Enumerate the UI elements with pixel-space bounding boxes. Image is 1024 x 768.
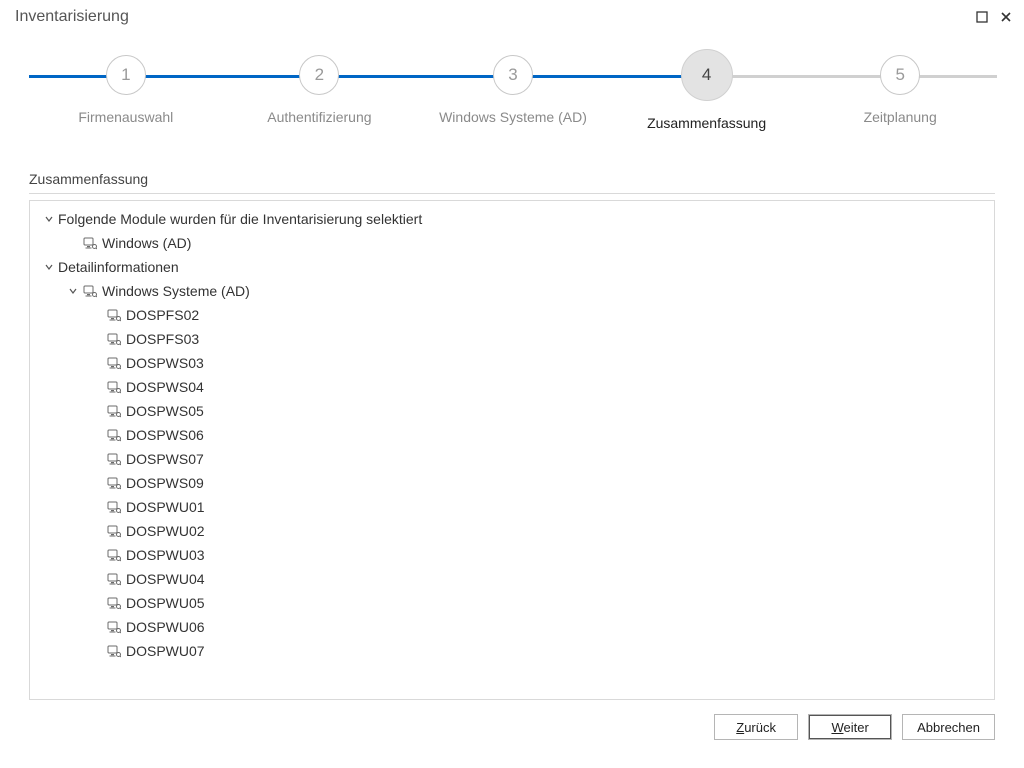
wizard-step-label: Firmenauswahl [29,109,223,125]
chevron-down-icon[interactable] [42,212,56,226]
back-button[interactable]: Zurück [714,714,798,740]
tree-modules-heading[interactable]: Folgende Module wurden für die Inventari… [38,207,986,231]
tree-host-item[interactable]: DOSPWS04 [38,375,986,399]
tree-host-item[interactable]: DOSPFS02 [38,303,986,327]
wizard-step-circle: 5 [880,55,920,95]
computer-icon [106,619,122,635]
wizard-stepper: 1 Firmenauswahl 2 Authentifizierung 3 Windows… [29,47,995,157]
tree-node-label: DOSPWS04 [126,375,204,399]
tree-details-group[interactable]: Windows Systeme (AD) [38,279,986,303]
tree-host-item[interactable]: DOSPWU03 [38,543,986,567]
computer-icon [106,595,122,611]
tree-node-label: Detailinformationen [58,255,179,279]
chevron-down-icon[interactable] [42,260,56,274]
tree-host-item[interactable]: DOSPWS09 [38,471,986,495]
computer-icon [82,235,98,251]
close-icon[interactable] [997,8,1015,26]
tree-node-label: DOSPWU01 [126,495,205,519]
chevron-down-icon[interactable] [66,284,80,298]
computer-icon [106,499,122,515]
computer-icon [106,307,122,323]
computer-icon [106,571,122,587]
computer-icon [106,475,122,491]
computer-icon [106,379,122,395]
wizard-step-4[interactable]: 4 Zusammenfassung [610,47,804,131]
tree-node-label: DOSPWU03 [126,543,205,567]
tree-node-label: DOSPWS09 [126,471,204,495]
wizard-step-circle: 3 [493,55,533,95]
tree-node-label: DOSPWU07 [126,639,205,663]
tree-host-item[interactable]: DOSPWU04 [38,567,986,591]
next-button[interactable]: Weiter [808,714,892,740]
computer-icon [106,547,122,563]
tree-node-label: DOSPFS03 [126,327,199,351]
tree-host-item[interactable]: DOSPWS06 [38,423,986,447]
wizard-step-label: Zeitplanung [803,109,997,125]
tree-module-item[interactable]: Windows (AD) [38,231,986,255]
tree-host-item[interactable]: DOSPWS03 [38,351,986,375]
tree-node-label: DOSPWU06 [126,615,205,639]
tree-host-item[interactable]: DOSPWS05 [38,399,986,423]
tree-node-label: DOSPWS05 [126,399,204,423]
computer-icon [106,331,122,347]
tree-host-item[interactable]: DOSPWU07 [38,639,986,663]
tree-host-item[interactable]: DOSPWU01 [38,495,986,519]
tree-node-label: Windows (AD) [102,231,191,255]
tree-node-label: DOSPFS02 [126,303,199,327]
tree-host-item[interactable]: DOSPWU05 [38,591,986,615]
computer-icon [106,523,122,539]
tree-node-label: DOSPWU05 [126,591,205,615]
tree-node-label: DOSPWS03 [126,351,204,375]
computer-icon [82,283,98,299]
wizard-step-circle: 1 [106,55,146,95]
computer-icon [106,451,122,467]
tree-host-item[interactable]: DOSPWU06 [38,615,986,639]
tree-node-label: DOSPWS07 [126,447,204,471]
titlebar: Inventarisierung [1,1,1023,33]
cancel-button[interactable]: Abbrechen [902,714,995,740]
wizard-step-label: Windows Systeme (AD) [416,109,610,125]
wizard-step-label: Authentifizierung [223,109,417,125]
footer-buttons: Zurück Weiter Abbrechen [29,714,995,740]
computer-icon [106,355,122,371]
window-title: Inventarisierung [15,8,967,26]
wizard-step-circle: 4 [681,49,733,101]
tree-node-label: DOSPWU02 [126,519,205,543]
tree-node-label: Windows Systeme (AD) [102,279,250,303]
wizard-step-1[interactable]: 1 Firmenauswahl [29,47,223,125]
tree-node-label: DOSPWS06 [126,423,204,447]
tree-host-item[interactable]: DOSPWU02 [38,519,986,543]
tree-host-item[interactable]: DOSPWS07 [38,447,986,471]
wizard-step-circle: 2 [299,55,339,95]
section-heading: Zusammenfassung [29,171,995,187]
tree-details-heading[interactable]: Detailinformationen [38,255,986,279]
wizard-step-3[interactable]: 3 Windows Systeme (AD) [416,47,610,125]
computer-icon [106,403,122,419]
tree-node-label: DOSPWU04 [126,567,205,591]
wizard-step-5[interactable]: 5 Zeitplanung [803,47,997,125]
tree-host-item[interactable]: DOSPFS03 [38,327,986,351]
summary-tree[interactable]: Folgende Module wurden für die Inventari… [29,200,995,700]
computer-icon [106,643,122,659]
wizard-step-label: Zusammenfassung [610,115,804,131]
tree-node-label: Folgende Module wurden für die Inventari… [58,207,422,231]
maximize-icon[interactable] [973,8,991,26]
wizard-step-2[interactable]: 2 Authentifizierung [223,47,417,125]
computer-icon [106,427,122,443]
